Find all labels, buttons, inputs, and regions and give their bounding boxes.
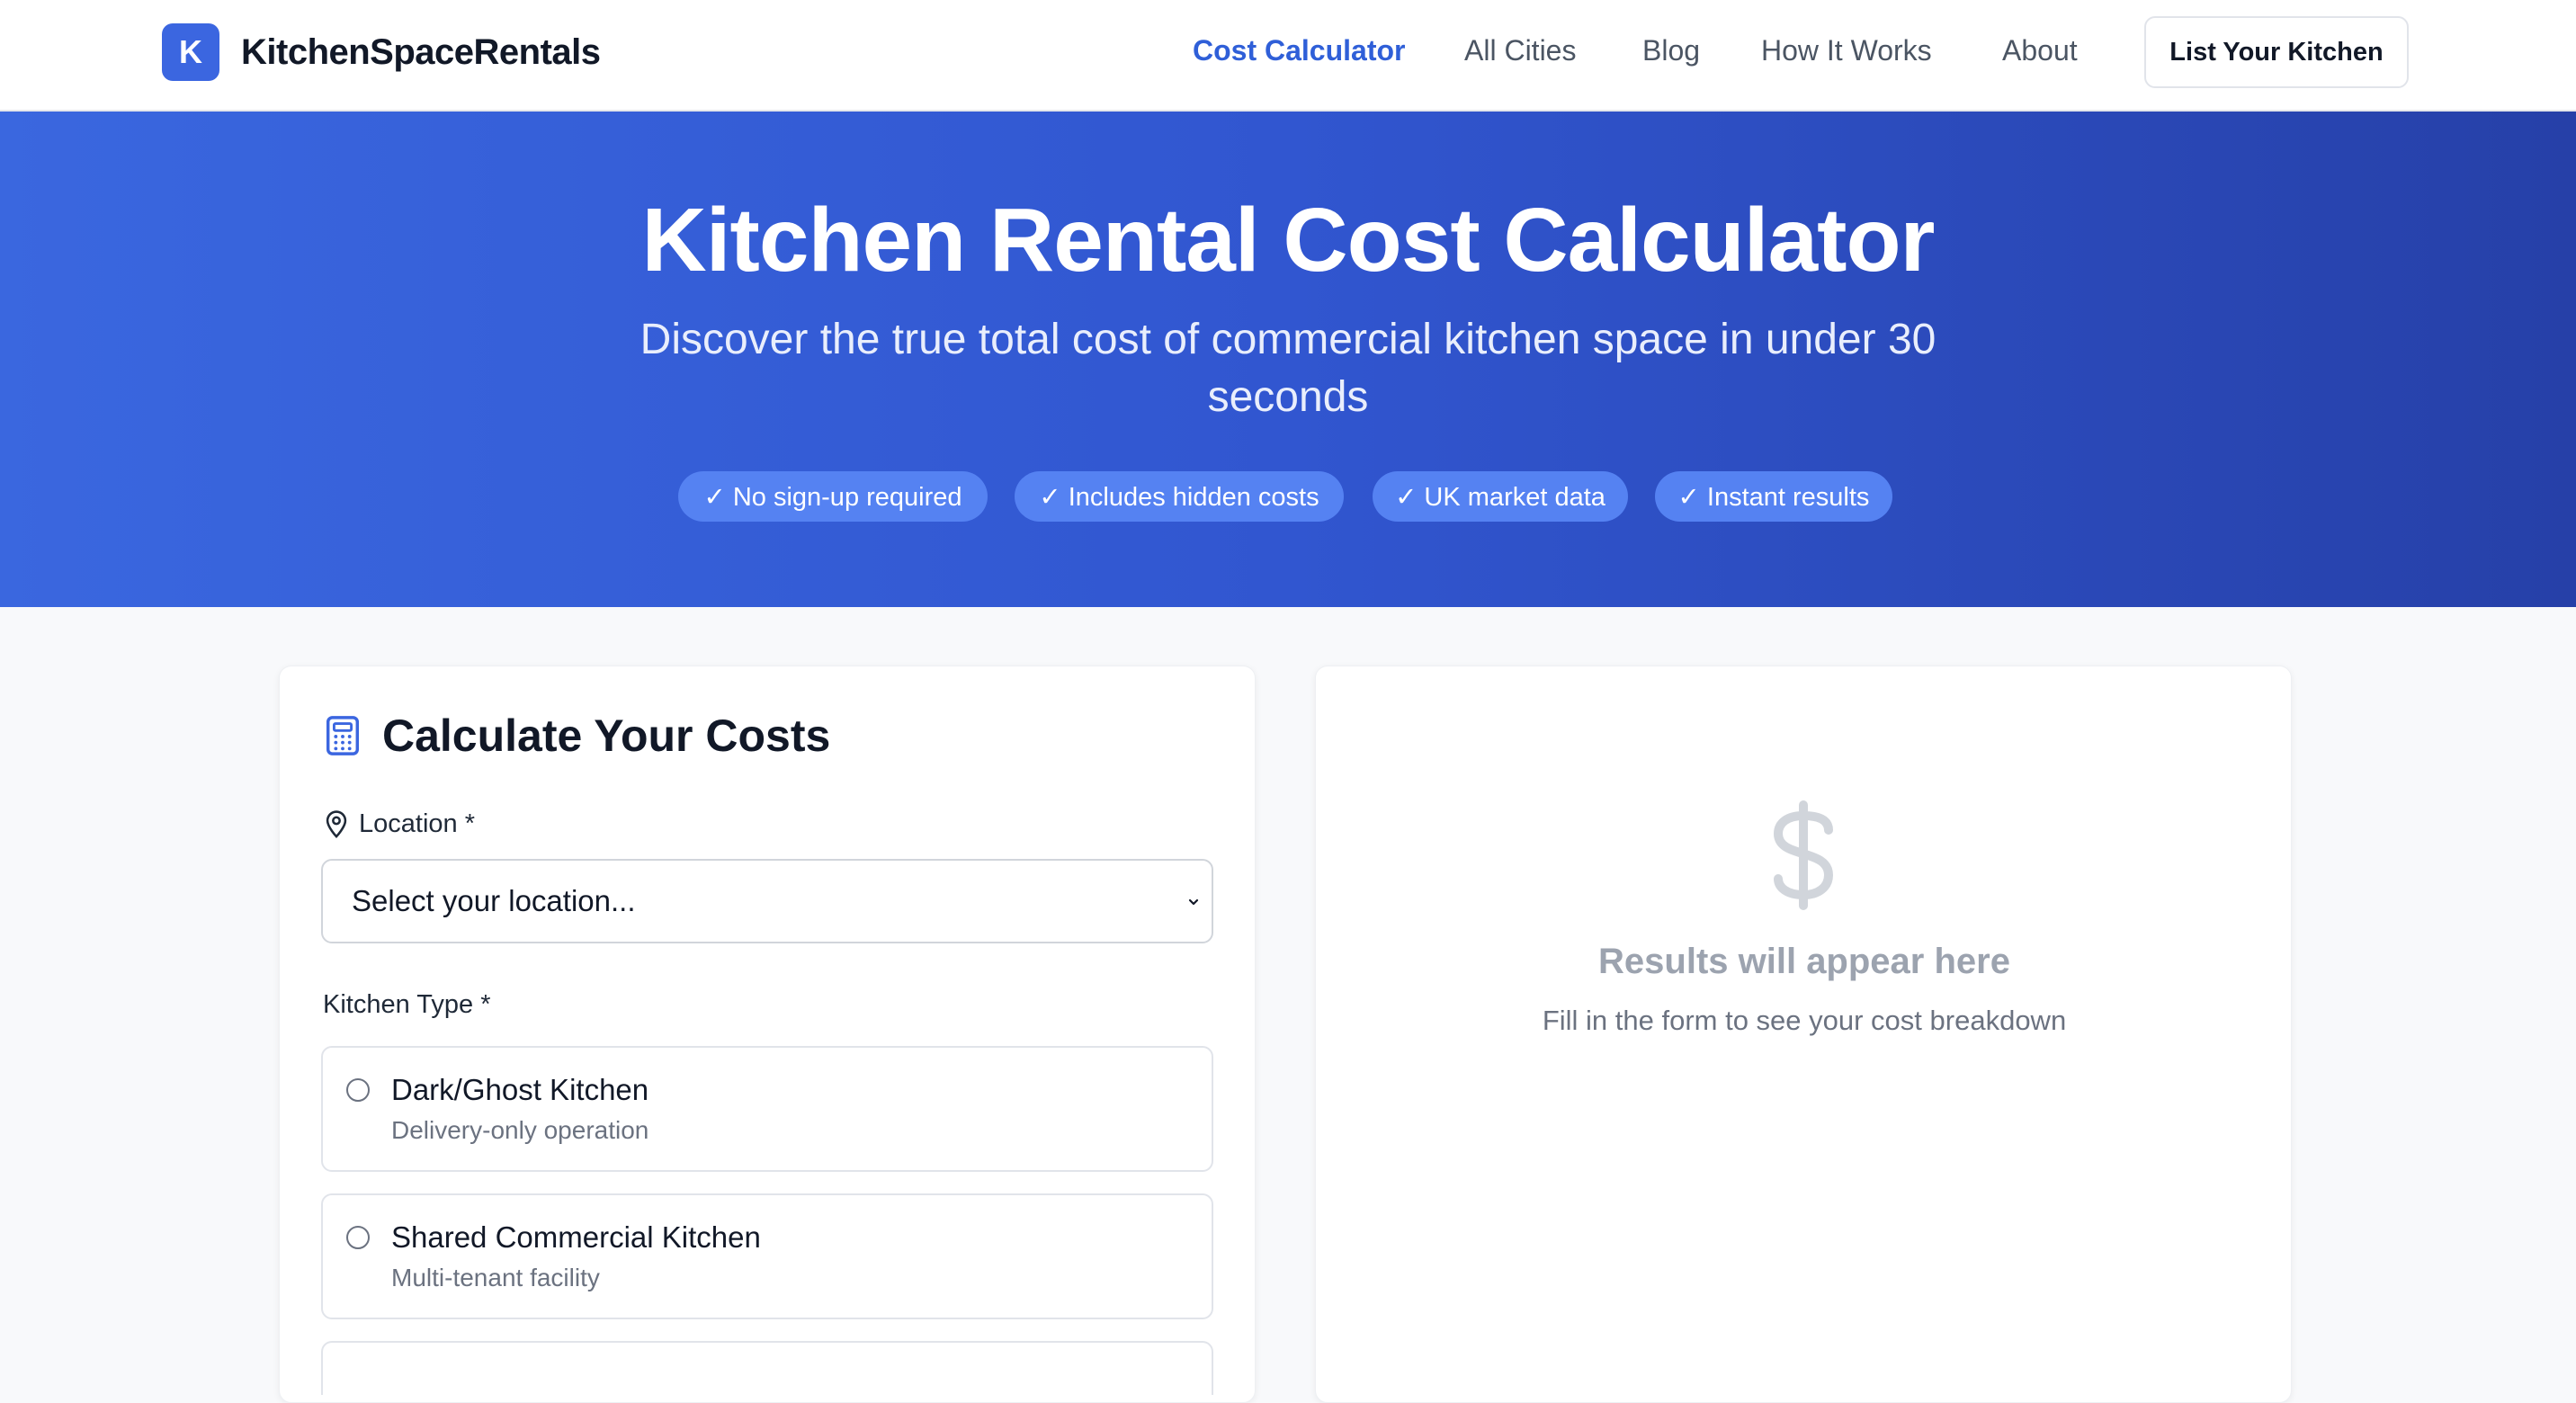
location-select[interactable]: Select your location... [321,859,1213,943]
chevron-down-icon [1188,898,1199,906]
nav-about[interactable]: About [2002,34,2078,67]
location-select-value: Select your location... [352,884,636,917]
form-heading: Calculate Your Costs [325,710,830,762]
badge-instant-results: ✓ Instant results [1655,471,1892,522]
nav-cost-calculator[interactable]: Cost Calculator [1193,34,1405,67]
list-your-kitchen-button[interactable]: List Your Kitchen [2144,16,2409,88]
badge-hidden-costs: ✓ Includes hidden costs [1015,471,1344,522]
kitchen-type-option-dark[interactable]: Dark/Ghost Kitchen Delivery-only operati… [321,1046,1213,1172]
radio-shared-kitchen[interactable] [346,1226,370,1249]
option-description: Multi-tenant facility [391,1264,600,1291]
nav-how-it-works[interactable]: How It Works [1761,34,1932,67]
results-placeholder-title: Results will appear here [1598,942,2010,981]
nav-all-cities[interactable]: All Cities [1464,34,1576,67]
hero-banner: Kitchen Rental Cost Calculator Discover … [0,112,2576,607]
map-pin-icon [326,810,347,839]
site-header: K KitchenSpaceRentals Cost Calculator Al… [0,0,2576,112]
results-card: Results will appear here Fill in the for… [1315,666,2292,1403]
page-title: Kitchen Rental Cost Calculator [641,190,1936,290]
dollar-icon [1774,800,1833,910]
kitchen-type-label: Kitchen Type * [323,990,491,1019]
brand-logo[interactable]: K KitchenSpaceRentals [162,23,601,81]
option-title: Dark/Ghost Kitchen [391,1073,649,1106]
location-label: Location * [359,809,475,838]
radio-dark-kitchen[interactable] [346,1078,370,1102]
option-description: Delivery-only operation [391,1116,649,1144]
option-title: Shared Commercial Kitchen [391,1220,761,1254]
logo-mark: K [162,23,219,81]
hero-subtitle: Discover the true total cost of commerci… [640,316,1936,421]
form-title: Calculate Your Costs [382,710,831,761]
results-placeholder-subtitle: Fill in the form to see your cost breakd… [1542,1005,2067,1036]
brand-name: KitchenSpaceRentals [241,31,601,72]
kitchen-type-label-row: Kitchen Type * [323,990,490,1020]
kitchen-type-option-next[interactable] [321,1341,1213,1395]
calculator-form-card: Calculate Your Costs Location * Select y… [279,666,1256,1403]
calculator-icon [326,716,360,755]
badge-no-signup: ✓ No sign-up required [678,471,988,522]
badge-uk-data: ✓ UK market data [1373,471,1628,522]
location-label-row: Location * [323,809,475,839]
kitchen-type-option-shared[interactable]: Shared Commercial Kitchen Multi-tenant f… [321,1193,1213,1319]
nav-blog[interactable]: Blog [1642,34,1700,67]
